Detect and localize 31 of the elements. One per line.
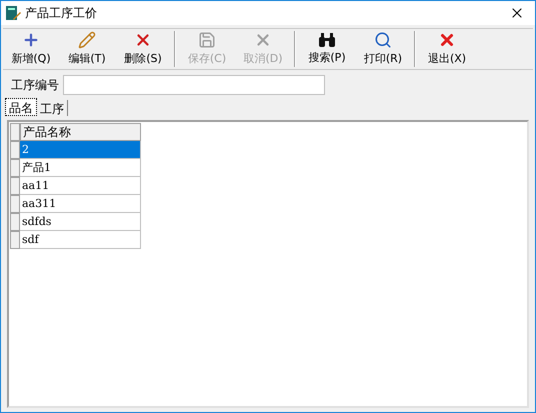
magnifier-icon <box>374 30 392 49</box>
table-cell[interactable]: aa11 <box>20 177 141 195</box>
table-cell[interactable]: aa311 <box>20 195 141 213</box>
tab[interactable]: 品名 <box>5 98 37 116</box>
input-field[interactable] <box>63 75 325 95</box>
row-indicator <box>10 159 20 177</box>
table-cell[interactable]: sdf <box>20 231 141 249</box>
binoculars-icon <box>318 32 336 48</box>
app-icon <box>5 5 21 21</box>
row-indicator <box>10 141 20 159</box>
toolbar-button[interactable]: 删除(S) <box>115 29 171 69</box>
table-cell[interactable]: 2 <box>20 141 141 159</box>
tab[interactable]: 工序 <box>37 100 68 116</box>
toolbar-button[interactable]: 退出(X) <box>419 29 475 69</box>
row-indicator <box>10 177 20 195</box>
save-icon <box>198 30 216 49</box>
pencil-icon <box>78 30 96 49</box>
column-header[interactable]: 产品名称 <box>20 123 141 141</box>
plus-icon <box>22 30 40 49</box>
row-indicator <box>10 231 20 249</box>
row-indicator <box>10 195 20 213</box>
toolbar-button[interactable]: 搜索(P) <box>299 29 355 69</box>
row-indicator <box>10 213 20 231</box>
toolbar-button[interactable]: 打印(R) <box>355 29 411 69</box>
table-cell[interactable]: 产品1 <box>20 159 141 177</box>
table-cell[interactable]: sdfds <box>20 213 141 231</box>
row-indicator <box>10 123 20 141</box>
toolbar-button[interactable]: 编辑(T) <box>59 29 115 69</box>
toolbar-button[interactable]: 新增(Q) <box>3 29 59 69</box>
window-title: 产品工序工价 <box>25 5 98 22</box>
field-label: 工序编号 <box>11 77 59 94</box>
